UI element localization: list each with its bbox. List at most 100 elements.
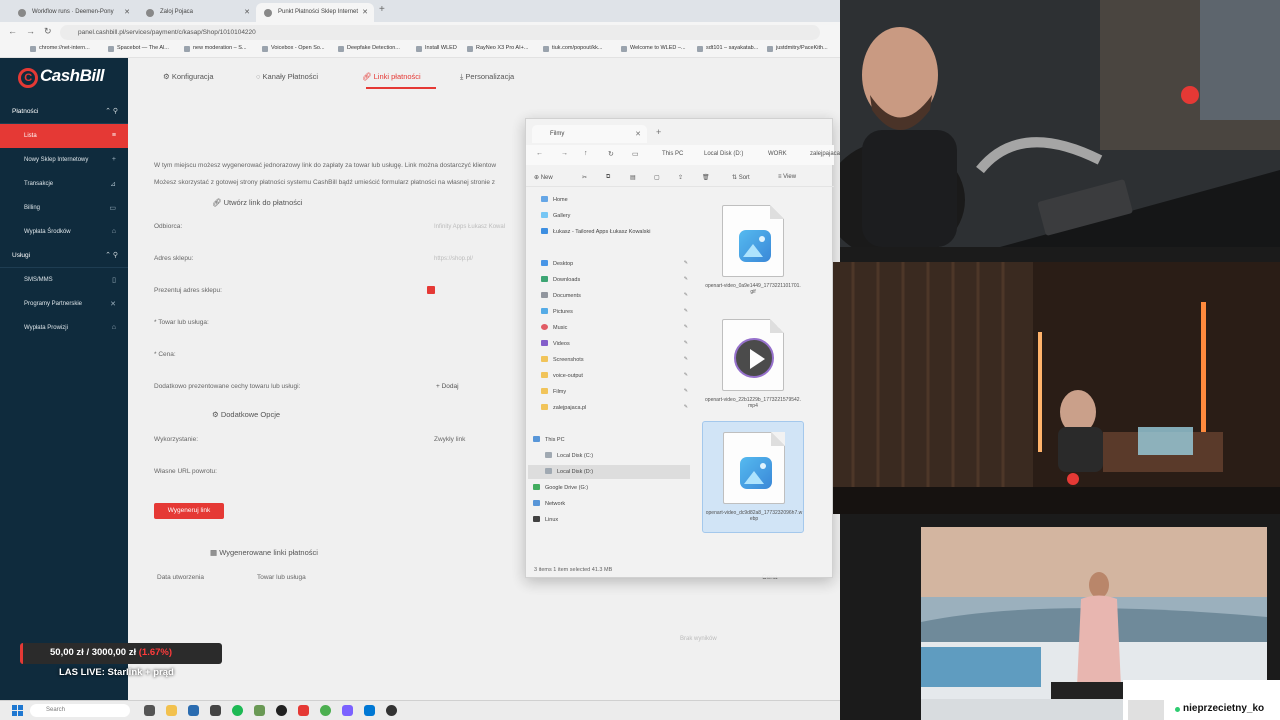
bookmark[interactable]: tiuk.com/popout/kk...	[543, 45, 602, 52]
bookmark[interactable]: Voicebox - Open So...	[262, 45, 325, 52]
task-view-icon[interactable]	[144, 705, 155, 716]
share-icon[interactable]: ⇪	[678, 174, 683, 181]
back-icon[interactable]: ←	[8, 26, 17, 36]
delete-icon[interactable]: 🗑︎	[702, 174, 710, 181]
forward-icon[interactable]: →	[26, 26, 35, 36]
windows-start-icon[interactable]	[12, 705, 23, 716]
sort-button[interactable]: ⇅ Sort	[732, 174, 750, 181]
close-icon[interactable]: ✕	[635, 130, 641, 138]
nav-pictures[interactable]: Pictures ✎	[540, 305, 690, 319]
breadcrumb[interactable]: Local Disk (D:)	[704, 151, 743, 157]
bookmark[interactable]: justdmitry/PaceKith...	[767, 45, 828, 52]
bookmark[interactable]: Spacebot — The Al...	[108, 45, 169, 52]
browser-tab-cashbill[interactable]: Punkt Płatności Sklep Internet ✕	[256, 3, 374, 22]
nav-desktop[interactable]: Desktop ✎	[540, 257, 690, 271]
nav-documents[interactable]: Documents ✎	[540, 289, 690, 303]
nav-filmy[interactable]: Filmy ✎	[540, 385, 690, 399]
sidebar-section-payments[interactable]: Płatności ⌃ ⚲	[0, 100, 128, 124]
tab-personalization[interactable]: ⤓ Personalizacja	[460, 72, 514, 82]
rename-icon[interactable]: ▢	[654, 174, 660, 181]
nav-disk-d[interactable]: Local Disk (D:)	[528, 465, 690, 479]
recipient-field[interactable]: Infinity Apps Łukasz Kowal	[434, 224, 505, 230]
chevron-up-icon[interactable]: ⌃ ⚲	[105, 107, 118, 115]
spotify-icon[interactable]	[232, 705, 243, 716]
sidebar-item-lista[interactable]: Lista ≡	[0, 124, 128, 148]
url-input[interactable]: panel.cashbill.pl/services/payment/c/kas…	[60, 25, 820, 40]
forward-icon[interactable]: →	[561, 150, 568, 157]
breadcrumb[interactable]: This PC	[662, 151, 683, 157]
tab-configuration[interactable]: ⚙ Konfiguracja	[163, 72, 214, 81]
close-icon[interactable]: ✕	[124, 8, 130, 16]
explorer-tab[interactable]: Filmy ✕	[532, 125, 647, 143]
bookmark[interactable]: chrome://net-intern...	[30, 45, 90, 52]
bookmark[interactable]: Install WLED	[416, 45, 457, 52]
new-tab-button[interactable]: +	[656, 127, 661, 137]
app-icon[interactable]	[254, 705, 265, 716]
copy-icon[interactable]: ⧉	[606, 174, 610, 181]
tab-payment-links[interactable]: 🔗︎ Linki płatności	[362, 72, 421, 81]
sidebar-section-services[interactable]: Usługi ⌃ ⚲	[0, 244, 128, 268]
browser-tab-workflow[interactable]: Workflow runs · Deemen-Pony ✕	[10, 3, 136, 22]
bookmark[interactable]: RayNeo X3 Pro AI+...	[467, 45, 528, 52]
chrome-icon[interactable]	[320, 705, 331, 716]
app-icon[interactable]	[342, 705, 353, 716]
back-icon[interactable]: ←	[536, 150, 543, 157]
file-item[interactable]: openart-video_0a9e1449_1773221101701.gif	[702, 195, 804, 307]
up-icon[interactable]: ↑	[584, 150, 588, 157]
nav-linux[interactable]: Linux	[532, 513, 682, 527]
tab-payment-channels[interactable]: ◌ Kanały Płatności	[256, 72, 318, 81]
sidebar-item-transactions[interactable]: Transakcje ⊿	[0, 172, 128, 196]
app-icon[interactable]	[188, 705, 199, 716]
nav-this-pc[interactable]: This PC	[532, 433, 682, 447]
file-item[interactable]: openart-video_22b1229b_1773221579542.mp4	[702, 309, 804, 421]
bookmark[interactable]: new moderation – S...	[184, 45, 247, 52]
generate-link-button[interactable]: Wygeneruj link	[154, 503, 224, 519]
reload-icon[interactable]: ↻	[44, 26, 52, 37]
sidebar-item-partners[interactable]: Programy Partnerskie ✕	[0, 292, 128, 316]
nav-onedrive[interactable]: Łukasz - Tailored Apps Łukasz Kowalski	[540, 225, 690, 239]
nav-voice-output[interactable]: voice-output ✎	[540, 369, 690, 383]
refresh-icon[interactable]: ↻	[608, 150, 614, 158]
cashbill-logo[interactable]: C CashBill	[18, 66, 105, 88]
sidebar-item-billing[interactable]: Billing ▭	[0, 196, 128, 220]
media-player-icon[interactable]	[386, 705, 397, 716]
present-address-checkbox[interactable]	[427, 286, 435, 294]
sidebar-item-commission[interactable]: Wypłata Prowizji ⌂	[0, 316, 128, 340]
sidebar-item-sms[interactable]: SMS/MMS ▯	[0, 268, 128, 292]
nav-google-drive[interactable]: Google Drive (G:)	[532, 481, 682, 495]
terminal-icon[interactable]	[210, 705, 221, 716]
nav-videos[interactable]: Videos ✎	[540, 337, 690, 351]
new-button[interactable]: ⊕ New	[534, 174, 553, 181]
add-feature-button[interactable]: + Dodaj	[436, 383, 459, 390]
bookmark[interactable]: Deepfake Detection...	[338, 45, 400, 52]
view-button[interactable]: ≡ View	[778, 174, 796, 180]
new-tab-button[interactable]: +	[379, 4, 385, 15]
usage-select[interactable]: Zwykły link	[434, 436, 465, 443]
obs-icon[interactable]	[276, 705, 287, 716]
nav-home[interactable]: Home	[540, 193, 690, 207]
close-icon[interactable]: ✕	[244, 8, 250, 16]
bookmark[interactable]: sdt101 – sayakatab...	[697, 45, 758, 52]
bookmark[interactable]: Welcome to WLED –...	[621, 45, 686, 52]
shop-address-field[interactable]: https://shop.pl/	[434, 256, 473, 262]
breadcrumb[interactable]: zalejpajaca	[810, 151, 840, 157]
sidebar-item-payout[interactable]: Wypłata Środków ⌂	[0, 220, 128, 244]
taskbar-search[interactable]: Search	[30, 704, 130, 717]
nav-gallery[interactable]: Gallery	[540, 209, 690, 223]
nav-music[interactable]: Music ✎	[540, 321, 690, 335]
extra-options-toggle[interactable]: ⚙ Dodatkowe Opcje	[212, 410, 280, 419]
nav-downloads[interactable]: Downloads ✎	[540, 273, 690, 287]
paste-icon[interactable]: ▤	[630, 174, 636, 181]
nav-screenshots[interactable]: Screenshots ✎	[540, 353, 690, 367]
app-icon[interactable]	[298, 705, 309, 716]
nav-zalejpajaca[interactable]: zalejpajaca.pl ✎	[540, 401, 690, 415]
breadcrumb[interactable]: WORK	[768, 151, 787, 157]
nav-disk-c[interactable]: Local Disk (C:)	[544, 449, 690, 463]
browser-tab-zaloj[interactable]: Zaloj Pojaca ✕	[138, 3, 256, 22]
chevron-up-icon[interactable]: ⌃ ⚲	[105, 251, 118, 259]
cut-icon[interactable]: ✂	[582, 174, 587, 181]
explorer-icon[interactable]	[166, 705, 177, 716]
close-icon[interactable]: ✕	[362, 8, 368, 16]
nav-network[interactable]: Network	[532, 497, 682, 511]
file-item-selected[interactable]: openart-video_dc9d82a8_1773232096h7.webp	[702, 421, 804, 533]
